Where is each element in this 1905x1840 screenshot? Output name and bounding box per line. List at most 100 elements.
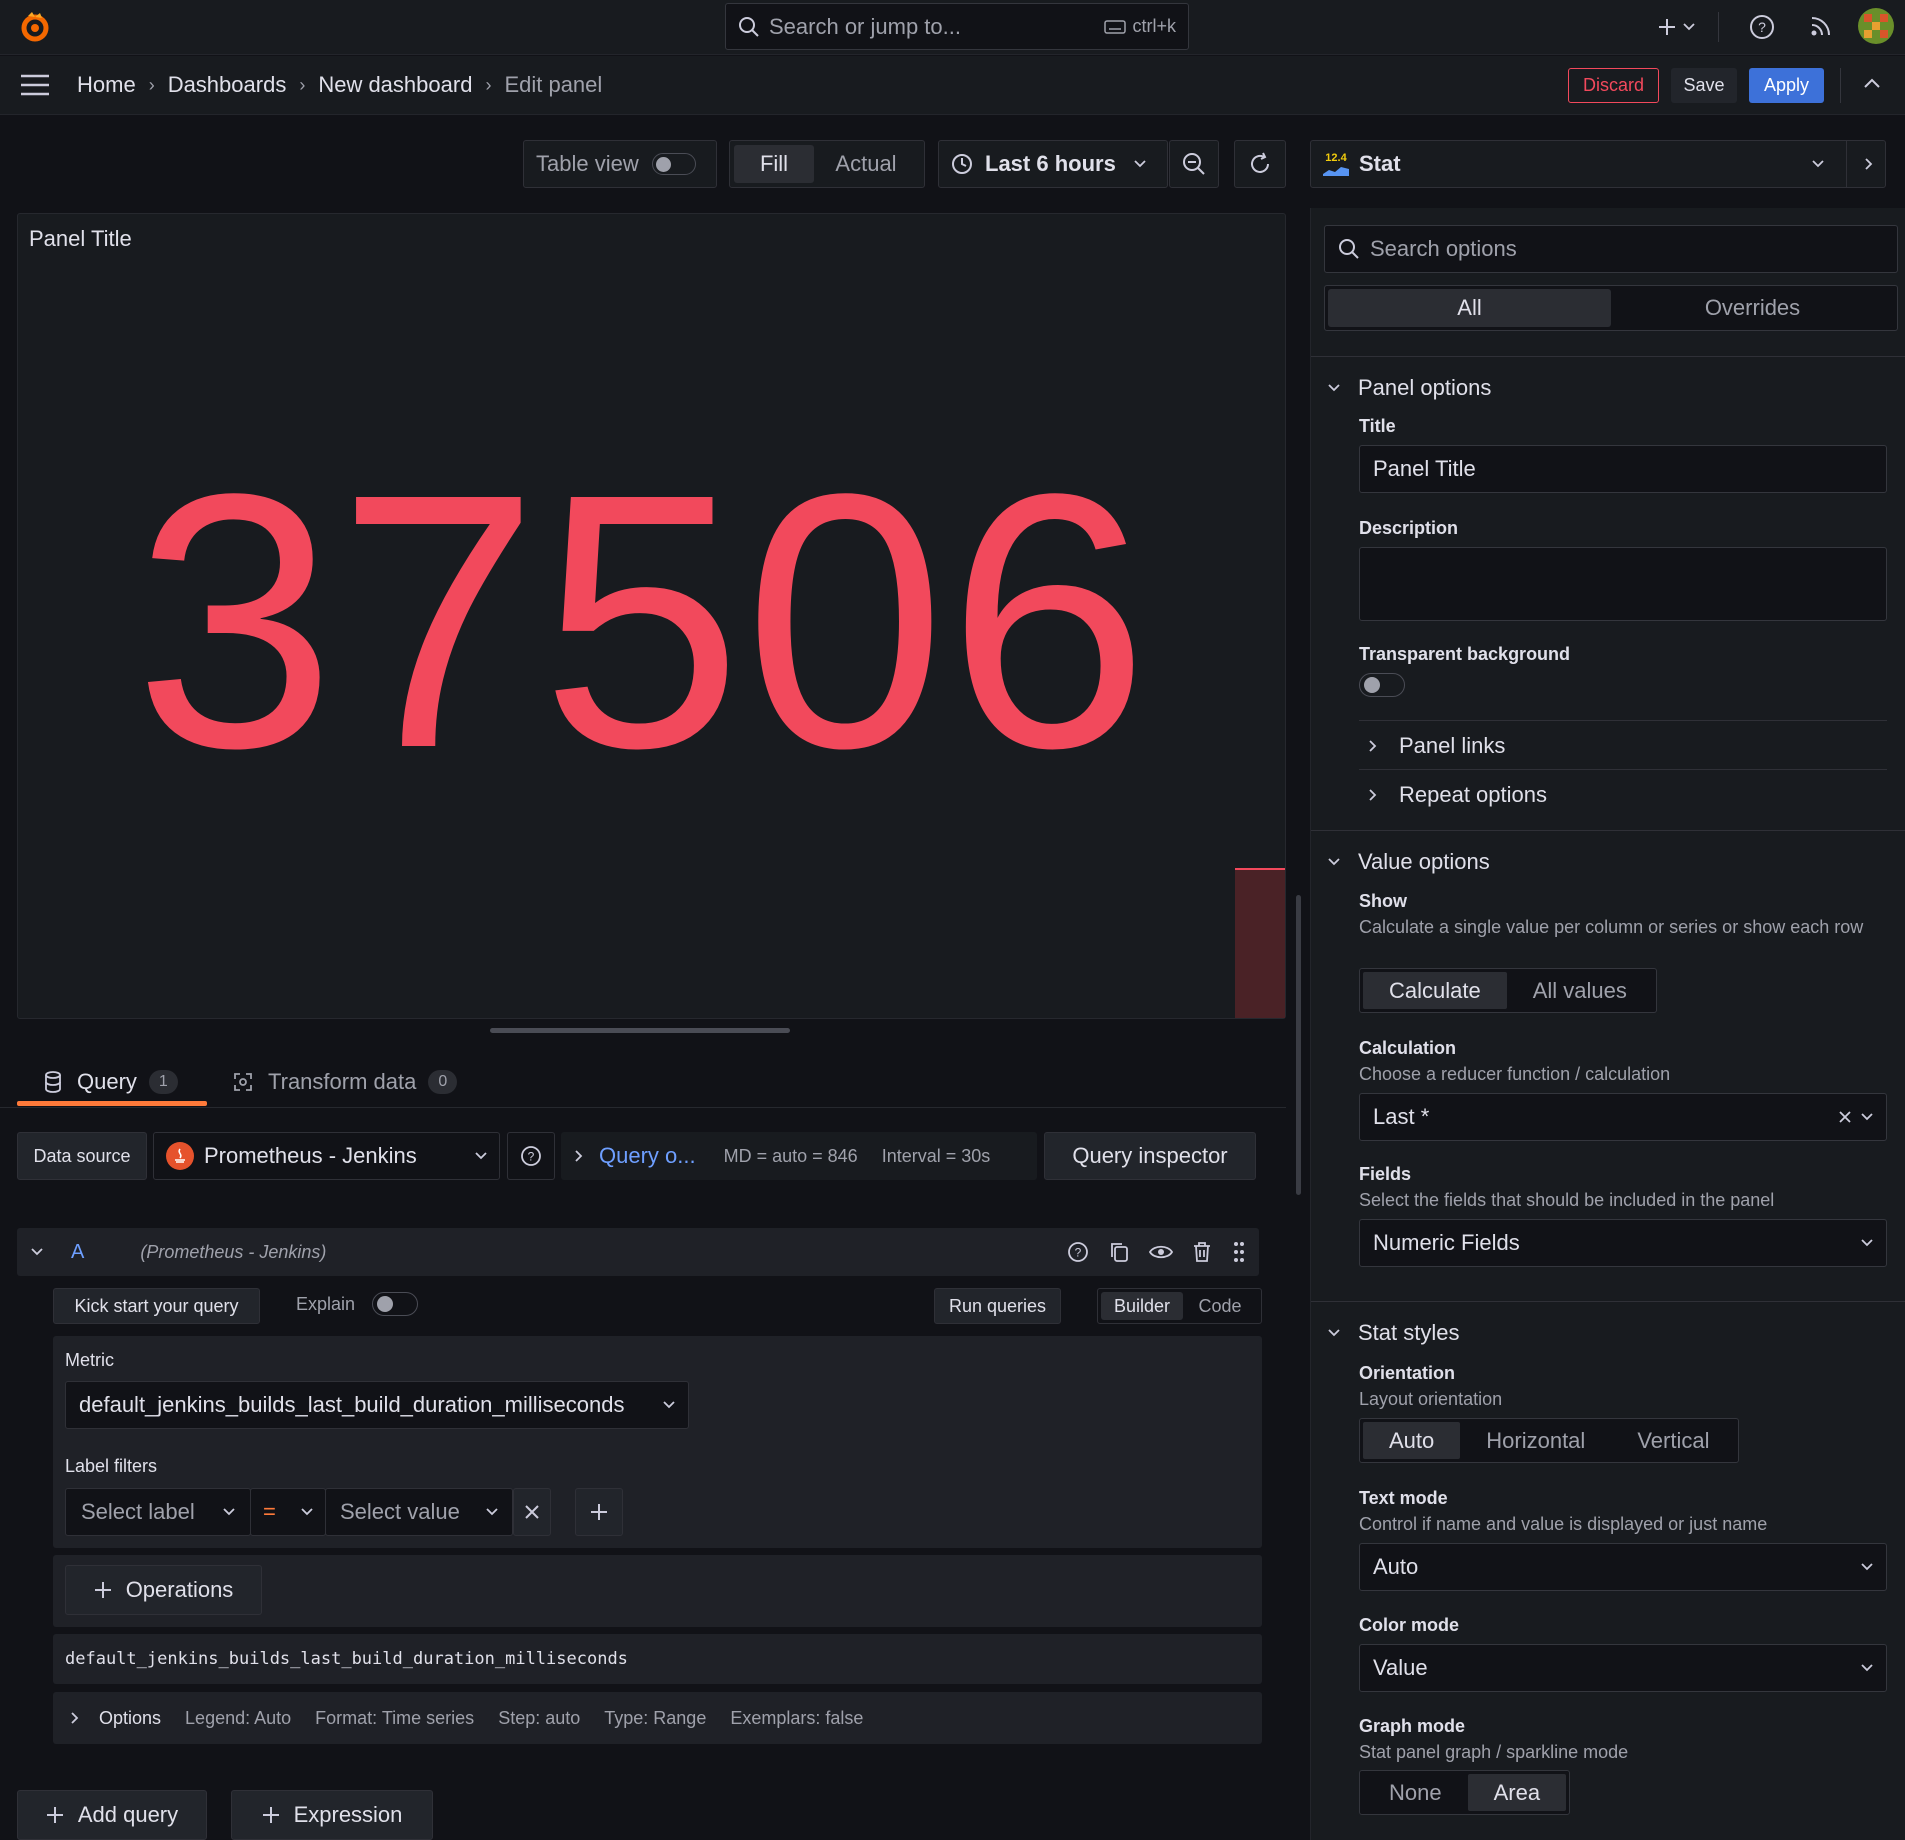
apply-button[interactable]: Apply: [1749, 68, 1824, 103]
value-options-header[interactable]: Value options: [1328, 842, 1490, 882]
tab-overrides[interactable]: Overrides: [1611, 289, 1894, 327]
builder-option[interactable]: Builder: [1101, 1292, 1183, 1320]
chevron-down-icon: [1812, 160, 1824, 168]
datasource-value: Prometheus - Jenkins: [204, 1143, 417, 1168]
orientation-auto-option[interactable]: Auto: [1363, 1422, 1461, 1459]
operator-dropdown[interactable]: =: [250, 1488, 326, 1536]
vertical-splitter-handle[interactable]: [1296, 895, 1301, 1195]
divider: [1359, 720, 1887, 721]
tab-query[interactable]: Query 1: [44, 1062, 178, 1102]
fill-option[interactable]: Fill: [734, 145, 814, 183]
panel-links-title: Panel links: [1399, 733, 1506, 758]
collapse-chevron-up-icon[interactable]: [1864, 78, 1880, 88]
database-icon: [44, 1071, 62, 1093]
query-options-bar[interactable]: Query o... MD = auto = 846 Interval = 30…: [561, 1132, 1037, 1180]
calculate-option[interactable]: Calculate: [1363, 972, 1507, 1009]
splitter-handle[interactable]: [490, 1028, 790, 1033]
orientation-horizontal-option[interactable]: Horizontal: [1460, 1422, 1611, 1459]
breadcrumb-new-dashboard[interactable]: New dashboard: [318, 72, 472, 98]
visualization-picker[interactable]: 12.4 Stat: [1310, 140, 1886, 188]
time-picker[interactable]: Last 6 hours: [938, 140, 1168, 188]
graph-mode-none-option[interactable]: None: [1363, 1774, 1468, 1811]
grafana-logo-icon[interactable]: [16, 8, 54, 46]
datasource-picker[interactable]: Prometheus - Jenkins: [153, 1132, 500, 1180]
sparkline-area: [1235, 868, 1285, 1018]
text-mode-select[interactable]: Auto: [1359, 1543, 1887, 1591]
all-values-option[interactable]: All values: [1507, 972, 1653, 1009]
menu-icon[interactable]: [20, 74, 50, 96]
refresh-button[interactable]: [1234, 140, 1286, 188]
orientation-vertical-option[interactable]: Vertical: [1611, 1422, 1735, 1459]
fields-select[interactable]: Numeric Fields: [1359, 1219, 1887, 1267]
tab-transform-label: Transform data: [268, 1069, 417, 1094]
chevron-down-icon: [1328, 858, 1340, 866]
select-value-dropdown[interactable]: Select value: [325, 1488, 513, 1536]
tab-transform-data[interactable]: Transform data 0: [232, 1062, 458, 1102]
option-type: Type: Range: [604, 1707, 707, 1728]
select-label-dropdown[interactable]: Select label: [65, 1488, 251, 1536]
help-icon[interactable]: ?: [1749, 14, 1775, 40]
operations-button[interactable]: Operations: [65, 1565, 262, 1615]
chevron-down-icon[interactable]: [31, 1248, 43, 1256]
prometheus-icon: [166, 1142, 194, 1170]
repeat-options-header[interactable]: Repeat options: [1369, 775, 1547, 815]
breadcrumb-dashboards[interactable]: Dashboards: [168, 72, 287, 98]
search-input[interactable]: Search or jump to... ctrl+k: [725, 3, 1189, 50]
table-view-switch[interactable]: [651, 153, 696, 175]
visualization-name: Stat: [1359, 151, 1401, 176]
clear-icon[interactable]: [1839, 1111, 1851, 1123]
panel-options-header[interactable]: Panel options: [1328, 368, 1491, 408]
avatar[interactable]: [1858, 8, 1894, 44]
add-filter-button[interactable]: [575, 1488, 623, 1536]
panel-links-header[interactable]: Panel links: [1369, 726, 1505, 766]
query-inspector-button[interactable]: Query inspector: [1044, 1132, 1256, 1180]
options-search-input[interactable]: Search options: [1324, 225, 1898, 273]
description-textarea[interactable]: [1359, 547, 1887, 621]
stat-styles-header[interactable]: Stat styles: [1328, 1313, 1459, 1353]
code-option[interactable]: Code: [1183, 1292, 1257, 1320]
calculation-select[interactable]: Last *: [1359, 1093, 1887, 1141]
query-options-link[interactable]: Query o...: [599, 1143, 696, 1169]
label-filters-label: Label filters: [65, 1456, 158, 1476]
discard-button[interactable]: Discard: [1568, 68, 1659, 103]
new-menu-button[interactable]: [1657, 12, 1695, 42]
transparent-background-switch[interactable]: [1359, 673, 1405, 697]
calculation-value: Last *: [1373, 1104, 1430, 1129]
kick-start-button[interactable]: Kick start your query: [53, 1288, 260, 1324]
chevron-down-icon: [1134, 160, 1146, 168]
calculation-label: Calculation: [1359, 1038, 1457, 1058]
news-feed-icon[interactable]: [1809, 14, 1833, 38]
title-input[interactable]: Panel Title: [1359, 445, 1887, 493]
tab-all[interactable]: All: [1328, 289, 1611, 327]
metric-select[interactable]: default_jenkins_builds_last_build_durati…: [65, 1381, 689, 1429]
run-queries-button[interactable]: Run queries: [934, 1288, 1061, 1324]
actual-option[interactable]: Actual: [814, 145, 918, 183]
trash-icon[interactable]: [1193, 1241, 1211, 1263]
drag-handle-icon[interactable]: [1233, 1241, 1245, 1263]
add-expression-button[interactable]: Expression: [231, 1790, 433, 1840]
graph-mode-area-option[interactable]: Area: [1467, 1774, 1567, 1811]
chevron-down-icon: [486, 1508, 498, 1516]
zoom-out-button[interactable]: [1169, 140, 1219, 188]
add-query-button[interactable]: Add query: [17, 1790, 207, 1840]
operator-value: =: [263, 1499, 276, 1524]
save-button[interactable]: Save: [1671, 68, 1737, 103]
add-query-label: Add query: [77, 1802, 179, 1827]
builder-code-toggle: Builder Code: [1097, 1288, 1262, 1324]
svg-text:?: ?: [528, 1150, 535, 1164]
help-icon[interactable]: ?: [1067, 1241, 1089, 1263]
explain-switch[interactable]: [372, 1292, 418, 1316]
calculation-description: Choose a reducer function / calculation: [1359, 1064, 1671, 1084]
datasource-help-button[interactable]: ?: [507, 1132, 555, 1180]
chevron-right-icon[interactable]: [1865, 158, 1873, 170]
breadcrumb-home[interactable]: Home: [77, 72, 136, 98]
remove-filter-button[interactable]: [513, 1488, 551, 1536]
query-options-row[interactable]: Options Legend: Auto Format: Time series…: [53, 1692, 1262, 1744]
duplicate-icon[interactable]: [1109, 1241, 1129, 1263]
table-view-toggle[interactable]: Table view: [523, 140, 717, 188]
options-label: Options: [99, 1707, 162, 1728]
query-ref-id[interactable]: A: [71, 1241, 84, 1264]
color-mode-select[interactable]: Value: [1359, 1644, 1887, 1692]
eye-icon[interactable]: [1149, 1244, 1173, 1260]
chevron-down-icon: [475, 1152, 487, 1160]
